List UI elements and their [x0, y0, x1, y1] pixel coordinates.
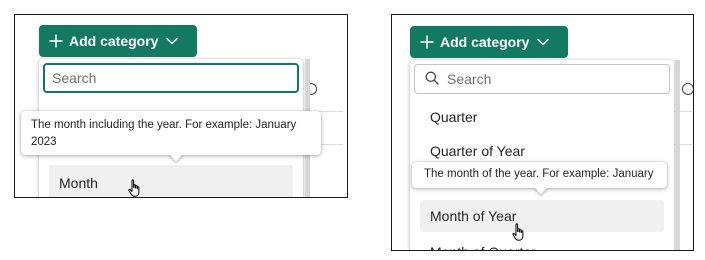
tooltip: The month including the year. For exampl…: [21, 111, 321, 162]
add-category-label: Add category: [69, 33, 159, 49]
search-icon: [425, 71, 439, 88]
add-category-label: Add category: [440, 34, 530, 50]
list-item-month-of-year[interactable]: Month of Year: [420, 200, 664, 232]
list-item-quarter[interactable]: Quarter: [420, 103, 664, 131]
tooltip-text: The month including the year. For exampl…: [31, 119, 297, 148]
hand-pointer-icon: [127, 179, 143, 197]
screenshot-left: Add category Search Quarter Month The mo…: [14, 14, 348, 198]
tooltip-text: The month of the year. For example: Janu…: [424, 168, 654, 180]
list-item-label: Month: [59, 175, 98, 191]
list-item-month[interactable]: Month: [49, 165, 293, 197]
search-placeholder: Search: [52, 70, 97, 86]
list-item-quarter-of-year[interactable]: Quarter of Year: [420, 137, 664, 165]
tooltip: The month of the year. For example: Janu…: [412, 162, 667, 195]
plus-icon: [420, 35, 434, 49]
add-category-button[interactable]: Add category: [410, 26, 568, 58]
list-item-month-of-quarter[interactable]: Month of Quarter: [420, 238, 664, 250]
chevron-down-icon: [166, 37, 179, 45]
search-input[interactable]: Search: [43, 63, 299, 93]
search-placeholder: Search: [447, 71, 492, 87]
list-item-label: Month of Year: [430, 208, 517, 224]
screenshot-right: Add category Search Quarter Quarter of Y…: [391, 14, 694, 251]
hand-pointer-icon: [511, 223, 527, 246]
scrollbar[interactable]: [675, 60, 680, 250]
plus-icon: [49, 34, 63, 48]
background-radio: [682, 83, 693, 95]
category-dropdown: Search Quarter Quarter of Year Month of …: [410, 60, 674, 250]
search-input[interactable]: Search: [414, 64, 670, 94]
chevron-down-icon: [537, 38, 550, 46]
add-category-button[interactable]: Add category: [39, 25, 197, 57]
